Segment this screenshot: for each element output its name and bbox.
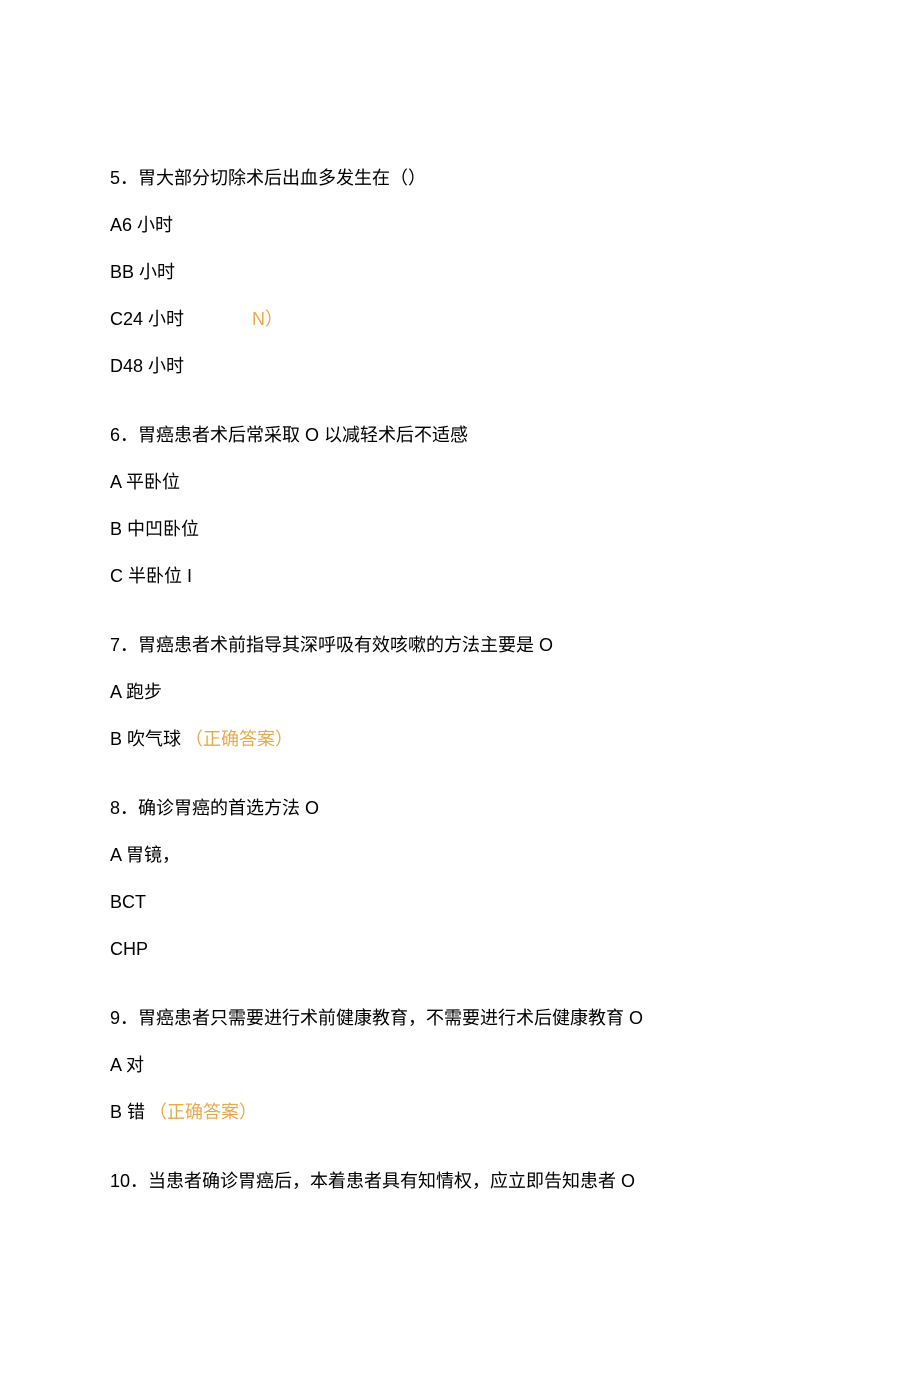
question-block: 9．胃癌患者只需要进行术前健康教育，不需要进行术后健康教育 O A 对 B 错（…: [110, 1005, 810, 1126]
option-item: B 中凹卧位: [110, 516, 810, 543]
document-page: 5．胃大部分切除术后出血多发生在（） A6 小时 BB 小时 C24 小时 N）…: [0, 0, 920, 1397]
question-body: ．当患者确诊胃癌后，本着患者具有知情权，应立即告知患者 O: [130, 1171, 635, 1191]
question-number: 8: [110, 798, 120, 818]
option-label: BCT: [110, 892, 146, 912]
question-block: 5．胃大部分切除术后出血多发生在（） A6 小时 BB 小时 C24 小时 N）…: [110, 165, 810, 380]
option-label: BB 小时: [110, 262, 175, 282]
option-item: A 对: [110, 1052, 810, 1079]
option-item: A6 小时: [110, 212, 810, 239]
question-text: 7．胃癌患者术前指导其深呼吸有效咳嗽的方法主要是 O: [110, 632, 810, 659]
correct-marker: （正确答案）: [185, 729, 293, 749]
option-label: D48 小时: [110, 356, 184, 376]
option-item: A 胃镜，: [110, 842, 810, 869]
question-number: 9: [110, 1008, 120, 1028]
correct-marker: N）: [252, 306, 283, 333]
question-block: 7．胃癌患者术前指导其深呼吸有效咳嗽的方法主要是 O A 跑步 B 吹气球（正确…: [110, 632, 810, 753]
option-label: B 吹气球: [110, 729, 181, 749]
question-number: 7: [110, 635, 120, 655]
option-label: B 中凹卧位: [110, 519, 199, 539]
question-block: 10．当患者确诊胃癌后，本着患者具有知情权，应立即告知患者 O: [110, 1168, 810, 1195]
question-block: 8．确诊胃癌的首选方法 O A 胃镜， BCT CHP: [110, 795, 810, 963]
question-body: ．胃癌患者只需要进行术前健康教育，不需要进行术后健康教育 O: [120, 1008, 643, 1028]
option-label: A 胃镜，: [110, 845, 180, 865]
option-item: D48 小时: [110, 353, 810, 380]
option-label: A 对: [110, 1055, 144, 1075]
option-label: A 平卧位: [110, 472, 180, 492]
question-text: 6．胃癌患者术后常采取 O 以减轻术后不适感: [110, 422, 810, 449]
option-item: A 平卧位: [110, 469, 810, 496]
question-block: 6．胃癌患者术后常采取 O 以减轻术后不适感 A 平卧位 B 中凹卧位 C 半卧…: [110, 422, 810, 590]
question-number: 5: [110, 168, 120, 188]
option-item: A 跑步: [110, 679, 810, 706]
option-item: C24 小时 N）: [110, 306, 810, 333]
question-body: ．胃大部分切除术后出血多发生在（）: [120, 168, 426, 188]
option-item: BCT: [110, 889, 810, 916]
question-text: 8．确诊胃癌的首选方法 O: [110, 795, 810, 822]
option-label: C24 小时: [110, 306, 184, 333]
question-number: 6: [110, 425, 120, 445]
option-label: CHP: [110, 939, 148, 959]
option-item: B 错（正确答案）: [110, 1099, 810, 1126]
option-item: BB 小时: [110, 259, 810, 286]
question-number: 10: [110, 1171, 130, 1191]
option-item: B 吹气球（正确答案）: [110, 726, 810, 753]
option-item: CHP: [110, 936, 810, 963]
option-label: A 跑步: [110, 682, 162, 702]
question-text: 10．当患者确诊胃癌后，本着患者具有知情权，应立即告知患者 O: [110, 1168, 810, 1195]
question-body: ．胃癌患者术后常采取 O 以减轻术后不适感: [120, 425, 468, 445]
correct-marker: （正确答案）: [149, 1102, 257, 1122]
question-body: ．胃癌患者术前指导其深呼吸有效咳嗽的方法主要是 O: [120, 635, 553, 655]
question-text: 9．胃癌患者只需要进行术前健康教育，不需要进行术后健康教育 O: [110, 1005, 810, 1032]
option-item: C 半卧位 I: [110, 563, 810, 590]
option-label: B 错: [110, 1102, 145, 1122]
option-label: C 半卧位 I: [110, 566, 192, 586]
question-text: 5．胃大部分切除术后出血多发生在（）: [110, 165, 810, 192]
option-label: A6 小时: [110, 215, 173, 235]
question-body: ．确诊胃癌的首选方法 O: [120, 798, 319, 818]
